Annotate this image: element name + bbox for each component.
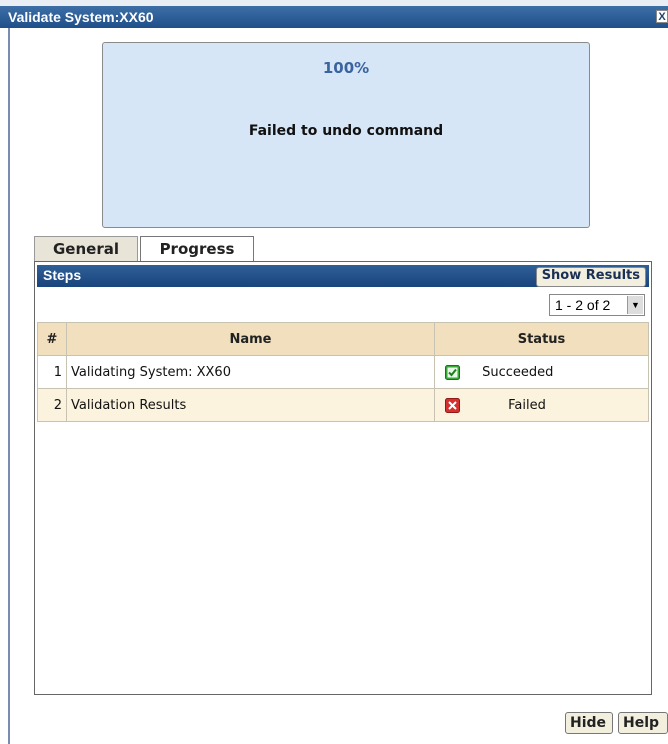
row-name: Validating System: XX60 (66, 355, 435, 389)
failure-x-icon (445, 397, 460, 413)
show-results-button[interactable]: Show Results (535, 267, 646, 287)
status-label: Failed (508, 397, 546, 413)
column-header-number[interactable]: # (37, 322, 67, 356)
table-header-row: # Name Status (37, 322, 649, 356)
title-bar: Validate System:XX60 X (0, 6, 668, 28)
window-title: Validate System:XX60 (8, 9, 154, 25)
validate-system-dialog: Validate System:XX60 X 100% Failed to un… (0, 0, 668, 744)
row-number: 1 (37, 355, 67, 389)
steps-title: Steps (43, 267, 82, 283)
progress-percent: 100% (322, 59, 370, 77)
tab-progress[interactable]: Progress (140, 236, 254, 262)
hide-button[interactable]: Hide (565, 712, 613, 734)
column-header-name[interactable]: Name (66, 322, 435, 356)
row-name: Validation Results (66, 388, 435, 422)
row-status: Failed (434, 388, 649, 422)
progress-message: Failed to undo command (248, 123, 444, 139)
tab-general[interactable]: General (34, 236, 138, 262)
status-label: Succeeded (482, 364, 554, 380)
column-header-status[interactable]: Status (434, 322, 649, 356)
table-row[interactable]: 2 Validation Results Failed (37, 388, 649, 422)
left-border (8, 28, 10, 744)
steps-header: Steps Show Results (37, 265, 649, 287)
row-status: Succeeded (434, 355, 649, 389)
steps-table: # Name Status 1 Validating System: XX60 (37, 322, 649, 422)
close-icon[interactable]: X (656, 10, 668, 23)
table-row[interactable]: 1 Validating System: XX60 Succeeded (37, 355, 649, 389)
help-button[interactable]: Help (618, 712, 668, 734)
steps-panel: Steps Show Results 1 - 2 of 2 ▼ # Name S… (34, 261, 652, 695)
pager-text: 1 - 2 of 2 (555, 297, 611, 313)
row-number: 2 (37, 388, 67, 422)
chevron-down-icon[interactable]: ▼ (627, 296, 643, 314)
success-check-icon (445, 364, 460, 380)
progress-box: 100% Failed to undo command (102, 42, 590, 228)
pager-select[interactable]: 1 - 2 of 2 ▼ (549, 294, 645, 316)
